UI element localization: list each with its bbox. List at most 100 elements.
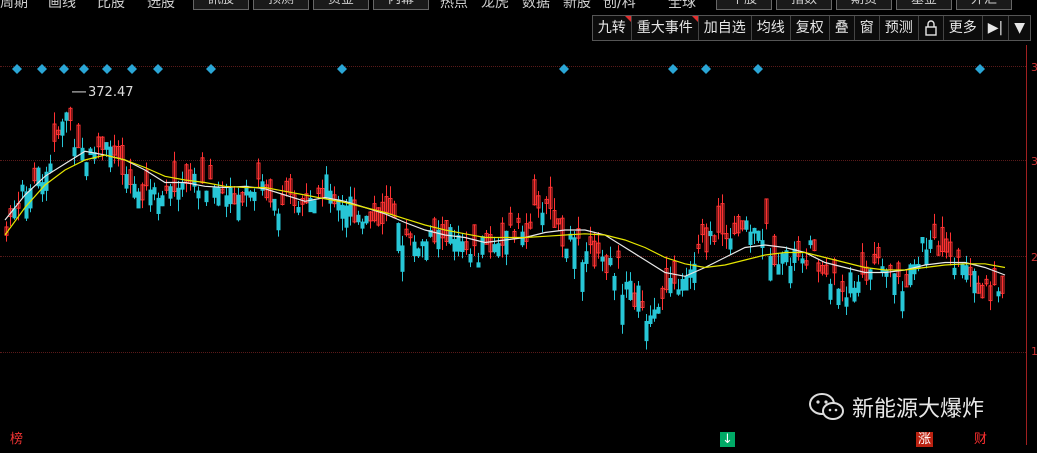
more-button[interactable]: 更多 bbox=[944, 16, 983, 40]
candle-body[interactable] bbox=[868, 269, 873, 280]
candle-body[interactable] bbox=[476, 262, 481, 268]
overlay-button[interactable]: 叠 bbox=[830, 16, 855, 40]
candle-body[interactable] bbox=[580, 262, 585, 292]
candle-body[interactable] bbox=[80, 147, 85, 161]
candle-body[interactable] bbox=[496, 243, 501, 257]
add-watchlist-button[interactable]: 加自选 bbox=[699, 16, 752, 40]
candle-body[interactable] bbox=[852, 287, 857, 302]
menu-item[interactable]: 热点 bbox=[440, 0, 468, 12]
candle-body[interactable] bbox=[420, 241, 425, 247]
candle-body[interactable] bbox=[176, 187, 181, 200]
candle-body[interactable] bbox=[892, 273, 897, 296]
candle-body[interactable] bbox=[624, 281, 629, 290]
candle-body[interactable] bbox=[160, 195, 165, 207]
candle-body[interactable] bbox=[228, 187, 233, 205]
menu-item[interactable]: 比股 bbox=[97, 0, 125, 12]
candle-body[interactable] bbox=[564, 248, 569, 259]
candle-body[interactable] bbox=[708, 230, 713, 237]
kline-chart[interactable]: 372.47 bbox=[0, 40, 1026, 430]
candle-body[interactable] bbox=[996, 291, 1001, 297]
candle-body[interactable] bbox=[124, 174, 129, 189]
candle-body[interactable] bbox=[620, 294, 625, 325]
menu-item[interactable]: 新股 bbox=[563, 0, 591, 12]
event-marker-icon[interactable] bbox=[206, 64, 216, 74]
menu-button[interactable]: 基金 bbox=[896, 0, 952, 10]
candle-body[interactable] bbox=[924, 249, 929, 265]
menu-item[interactable]: 创/科 bbox=[603, 0, 636, 12]
menu-button[interactable]: 指数 bbox=[776, 0, 832, 10]
candle-body[interactable] bbox=[608, 257, 613, 266]
candle-body[interactable] bbox=[636, 285, 641, 312]
candle-body[interactable] bbox=[780, 253, 785, 264]
candle-body[interactable] bbox=[836, 288, 841, 306]
candle-body[interactable] bbox=[856, 281, 861, 293]
menu-item[interactable]: 全球 bbox=[668, 0, 696, 12]
candle-body[interactable] bbox=[684, 275, 689, 291]
candle-body[interactable] bbox=[744, 220, 749, 230]
candle-body[interactable] bbox=[252, 191, 257, 202]
candle-body[interactable] bbox=[104, 142, 109, 150]
candle-body[interactable] bbox=[452, 239, 457, 252]
candle-body[interactable] bbox=[492, 244, 497, 253]
menu-button[interactable]: 訊股 bbox=[193, 0, 249, 10]
candle-body[interactable] bbox=[612, 275, 617, 291]
candle-body[interactable] bbox=[928, 239, 933, 249]
nine-turn-button[interactable]: 九转 bbox=[593, 16, 632, 40]
candle-body[interactable] bbox=[584, 251, 589, 264]
menu-item[interactable]: 数据 bbox=[522, 0, 550, 12]
candle-body[interactable] bbox=[656, 306, 661, 314]
menu-button[interactable]: 资金 bbox=[313, 0, 369, 10]
candle-body[interactable] bbox=[168, 186, 173, 199]
candle-body[interactable] bbox=[768, 255, 773, 281]
candle-body[interactable] bbox=[348, 196, 353, 217]
candle-body[interactable] bbox=[600, 256, 605, 262]
candle-body[interactable] bbox=[480, 236, 485, 255]
candle-body[interactable] bbox=[324, 174, 329, 199]
ranking-tag[interactable]: 榜 bbox=[8, 432, 25, 447]
candle-body[interactable] bbox=[540, 212, 545, 226]
adjust-rights-button[interactable]: 复权 bbox=[791, 16, 830, 40]
candle-body[interactable] bbox=[296, 207, 301, 213]
candle-body[interactable] bbox=[680, 279, 685, 291]
menu-item[interactable]: 龙虎 bbox=[481, 0, 509, 12]
candle-body[interactable] bbox=[72, 147, 77, 157]
candle-body[interactable] bbox=[276, 213, 281, 231]
candle-body[interactable] bbox=[960, 263, 965, 276]
candle-body[interactable] bbox=[900, 291, 905, 312]
candle-body[interactable] bbox=[748, 231, 753, 245]
limit-up-tag[interactable]: 涨 bbox=[916, 432, 934, 447]
candle-body[interactable] bbox=[776, 264, 781, 275]
event-marker-icon[interactable] bbox=[975, 64, 985, 74]
candle-body[interactable] bbox=[156, 197, 161, 214]
menu-button[interactable]: 个股 bbox=[716, 0, 772, 10]
dropdown-button[interactable]: ▼ bbox=[1009, 16, 1030, 40]
candle-body[interactable] bbox=[180, 182, 185, 190]
candle-body[interactable] bbox=[216, 187, 221, 206]
candle-body[interactable] bbox=[848, 272, 853, 294]
candle-body[interactable] bbox=[344, 205, 349, 228]
candle-body[interactable] bbox=[628, 280, 633, 300]
candle-body[interactable] bbox=[48, 163, 53, 173]
event-marker-icon[interactable] bbox=[668, 64, 678, 74]
candle-body[interactable] bbox=[84, 162, 89, 177]
candle-body[interactable] bbox=[800, 258, 805, 264]
candle-body[interactable] bbox=[676, 289, 681, 295]
event-marker-icon[interactable] bbox=[337, 64, 347, 74]
candle-body[interactable] bbox=[424, 241, 429, 260]
candle-body[interactable] bbox=[692, 263, 697, 283]
menu-button[interactable]: 外汇 bbox=[956, 0, 1012, 10]
menu-button[interactable]: 内幕 bbox=[373, 0, 429, 10]
candle-body[interactable] bbox=[312, 200, 317, 214]
candle-body[interactable] bbox=[236, 194, 241, 221]
candle-body[interactable] bbox=[196, 190, 201, 199]
candle-body[interactable] bbox=[356, 214, 361, 223]
candle-body[interactable] bbox=[644, 320, 649, 342]
menu-button[interactable]: 预测 bbox=[253, 0, 309, 10]
candle-body[interactable] bbox=[884, 269, 889, 277]
candle-body[interactable] bbox=[652, 309, 657, 319]
candle-body[interactable] bbox=[788, 265, 793, 284]
candle-body[interactable] bbox=[952, 267, 957, 276]
candle-body[interactable] bbox=[400, 245, 405, 272]
candle-body[interactable] bbox=[760, 240, 765, 248]
candle-body[interactable] bbox=[412, 241, 417, 257]
